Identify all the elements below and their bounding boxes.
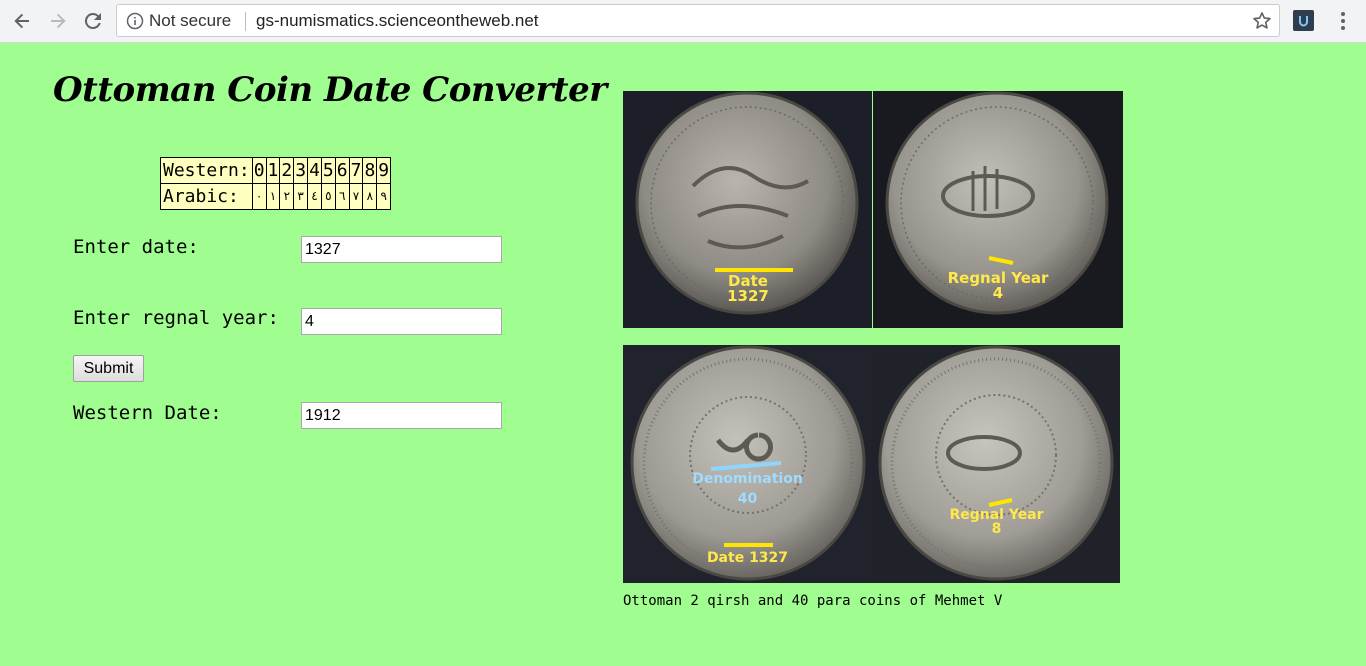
coin-photo-40-para: Denomination 40 Date 1327 Regnal Year 8 — [623, 345, 1121, 583]
arabic-digit: ٧ — [348, 183, 364, 210]
western-digit: 7 — [348, 157, 364, 184]
regnal-year-annotation-value: 8 — [991, 521, 1002, 537]
western-date-label: Western Date: — [73, 402, 222, 424]
extension-icon[interactable] — [1293, 10, 1314, 31]
denomination-annotation: Denomination 40 — [623, 472, 872, 506]
western-digit: 6 — [334, 157, 350, 184]
coin-image — [623, 345, 872, 583]
western-digits-row: Western: 0 1 2 3 4 5 6 7 8 9 — [160, 157, 392, 184]
coin-photo-2-qirsh: Date 1327 Regnal Year 4 — [623, 91, 1123, 328]
denomination-annotation-value: 40 — [737, 491, 758, 507]
western-digit: 1 — [265, 157, 281, 184]
arabic-row-label: Arabic: — [160, 183, 253, 210]
page-title: Ottoman Coin Date Converter — [53, 70, 607, 110]
coin-obverse-40-para: Denomination 40 Date 1327 — [623, 345, 872, 583]
forward-arrow-icon — [51, 13, 66, 29]
arabic-digits-row: Arabic: ٠ ١ ٢ ٣ ٤ ٥ ٦ ٧ ٨ ٩ — [160, 183, 392, 210]
extension-glyph-icon — [1299, 16, 1308, 27]
digit-conversion-table: Western: 0 1 2 3 4 5 6 7 8 9 Arabic: ٠ ١… — [160, 157, 392, 210]
arabic-digit: ٥ — [320, 183, 336, 210]
coin-reverse-40-para: Regnal Year 8 — [872, 345, 1121, 583]
western-digit: 9 — [376, 157, 392, 184]
image-caption: Ottoman 2 qirsh and 40 para coins of Meh… — [623, 593, 1003, 609]
western-digit: 2 — [279, 157, 295, 184]
western-digit: 4 — [307, 157, 322, 184]
regnal-year-annotation-label: Regnal Year — [949, 507, 1044, 523]
arabic-digit: ٨ — [362, 183, 378, 210]
forward-button[interactable] — [45, 8, 71, 34]
date-annotation: Date 1327 — [623, 274, 873, 304]
back-arrow-icon — [14, 13, 29, 29]
denomination-annotation-label: Denomination — [692, 471, 803, 487]
western-digit: 5 — [320, 157, 336, 184]
security-status[interactable]: Not secure — [149, 11, 231, 31]
info-icon[interactable] — [126, 12, 144, 30]
date-input[interactable] — [301, 236, 502, 263]
browser-menu-icon[interactable] — [1333, 9, 1353, 33]
western-digit: 0 — [251, 157, 267, 184]
bookmark-star-icon[interactable] — [1251, 10, 1273, 32]
coin-image — [872, 345, 1120, 583]
url-text[interactable]: gs-numismatics.scienceontheweb.net — [256, 11, 539, 31]
regnal-year-input[interactable] — [301, 308, 502, 335]
western-digit: 3 — [293, 157, 309, 184]
western-row-label: Western: — [160, 157, 253, 184]
arabic-digit: ٠ — [251, 183, 267, 210]
regnal-year-annotation: Regnal Year 4 — [873, 271, 1123, 301]
western-date-output[interactable] — [301, 402, 502, 429]
reload-button[interactable] — [80, 8, 106, 34]
date-annotation-40-para: Date 1327 — [706, 550, 789, 566]
regnal-year-annotation-value: 4 — [992, 284, 1004, 302]
regnal-year-label: Enter regnal year: — [73, 307, 279, 329]
arabic-digit: ٢ — [279, 183, 295, 210]
reload-icon — [84, 12, 101, 29]
arabic-digit: ٣ — [293, 183, 309, 210]
back-button[interactable] — [9, 8, 35, 34]
arabic-digit: ٩ — [376, 183, 392, 210]
date-annotation-value: 1327 — [727, 287, 769, 305]
address-bar[interactable]: Not secure gs-numismatics.scienceonthewe… — [116, 4, 1280, 37]
western-digit: 8 — [362, 157, 378, 184]
address-divider — [245, 12, 246, 31]
submit-button[interactable]: Submit — [73, 355, 144, 382]
browser-toolbar: Not secure gs-numismatics.scienceonthewe… — [0, 0, 1366, 43]
coin-obverse-2-qirsh: Date 1327 — [623, 91, 873, 328]
arabic-digit: ٦ — [334, 183, 350, 210]
arabic-digit: ١ — [265, 183, 281, 210]
arabic-digit: ٤ — [307, 183, 322, 210]
date-label: Enter date: — [73, 236, 199, 258]
regnal-year-annotation-40-para: Regnal Year 8 — [872, 508, 1121, 536]
coin-reverse-2-qirsh: Regnal Year 4 — [873, 91, 1123, 328]
